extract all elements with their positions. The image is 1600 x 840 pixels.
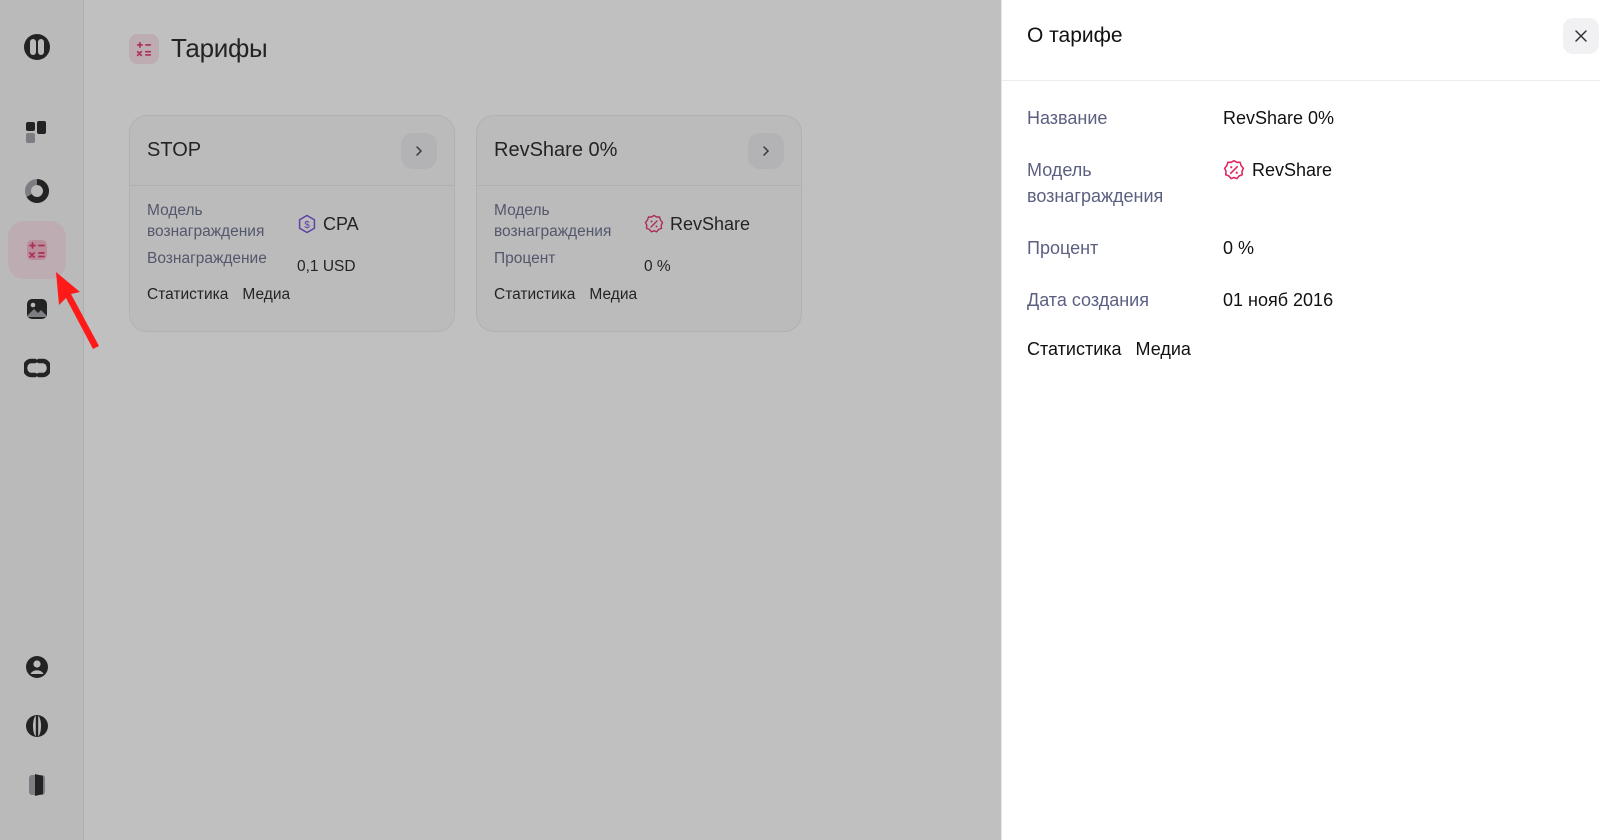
profile-icon (26, 656, 48, 678)
reward-model-value: RevShare (1252, 160, 1333, 180)
language-icon (26, 715, 48, 737)
tariff-details-drawer: О тарифе Название RevShare 0% Модель воз… (1001, 0, 1600, 840)
statistics-icon (25, 179, 49, 203)
detail-label: Процент (1027, 238, 1099, 258)
page-header: Тарифы (129, 33, 268, 64)
media-link[interactable]: Медиа (1136, 339, 1191, 360)
media-icon (27, 299, 47, 319)
revshare-icon (644, 214, 664, 233)
detail-value: RevShare 0% (1223, 108, 1335, 128)
logout-icon (29, 774, 45, 796)
card-links: Статистика Медиа (147, 286, 437, 304)
detail-row-created: Дата создания 01 нояб 2016 (1027, 287, 1575, 313)
card-row: Процент 0 % (494, 248, 784, 286)
media-link[interactable]: Медиа (589, 286, 637, 304)
drawer-links: Статистика Медиа (1027, 339, 1575, 360)
chevron-right-icon (763, 145, 770, 156)
detail-value: 0 % (1223, 238, 1255, 258)
card-title: RevShare 0% (494, 139, 618, 161)
detail-label: Дата создания (1027, 290, 1149, 310)
detail-label: Название (1027, 108, 1108, 128)
card-links: Статистика Медиа (494, 286, 784, 304)
sidebar-item-logout[interactable] (8, 756, 66, 814)
card-header: STOP (130, 116, 454, 186)
row-value: RevShare (644, 200, 750, 248)
detail-row-name: Название RevShare 0% (1027, 105, 1575, 131)
sidebar (0, 0, 84, 840)
media-link[interactable]: Медиа (242, 286, 290, 304)
tariff-card[interactable]: STOP Модель вознаграждения $ CPA Вознагр… (129, 115, 455, 332)
close-icon (1575, 29, 1587, 42)
card-row: Модель вознаграждения RevShare (494, 200, 784, 248)
reward-model-value: CPA (323, 213, 359, 234)
tariff-card[interactable]: RevShare 0% Модель вознаграждения RevSha… (476, 115, 802, 332)
statistics-link[interactable]: Статистика (1027, 339, 1122, 360)
card-row: Модель вознаграждения $ CPA (147, 200, 437, 248)
drawer-title: О тарифе (1027, 23, 1123, 47)
sidebar-item-language[interactable] (8, 697, 66, 755)
statistics-link[interactable]: Статистика (147, 286, 228, 304)
logo-icon (24, 34, 50, 60)
card-row: Вознаграждение 0,1 USD (147, 248, 437, 286)
open-card-button[interactable] (748, 132, 784, 169)
links-icon (24, 358, 50, 378)
card-title: STOP (147, 139, 202, 161)
detail-label: Модель вознаграждения (1027, 160, 1164, 206)
close-button[interactable] (1563, 17, 1599, 54)
pointer-arrow-icon (56, 272, 99, 349)
chevron-right-icon (416, 145, 423, 156)
cpa-icon: $ (298, 214, 316, 234)
row-label: Процент (494, 250, 556, 267)
sidebar-item-profile[interactable] (8, 638, 66, 696)
open-card-button[interactable] (401, 132, 437, 169)
svg-text:$: $ (304, 220, 310, 231)
page-title: Тарифы (171, 33, 268, 63)
row-label: Вознаграждение (147, 250, 267, 267)
tariffs-icon (129, 33, 159, 64)
statistics-link[interactable]: Статистика (494, 286, 575, 304)
detail-row-percent: Процент 0 % (1027, 235, 1575, 261)
dashboard-icon (26, 121, 46, 143)
revshare-icon (1223, 159, 1245, 180)
row-label: Модель вознаграждения (147, 202, 265, 240)
logo-button[interactable] (8, 18, 66, 76)
sidebar-item-statistics[interactable] (8, 162, 66, 220)
detail-value: 01 нояб 2016 (1223, 290, 1334, 310)
row-value: 0,1 USD (297, 258, 356, 275)
reward-model-value: RevShare (670, 213, 751, 234)
row-value: 0 % (644, 258, 671, 275)
row-label: Модель вознаграждения (494, 202, 612, 240)
tariffs-icon (27, 240, 47, 260)
row-value: $ CPA (297, 200, 359, 248)
drawer-header: О тарифе (1002, 0, 1600, 81)
detail-row-reward-model: Модель вознаграждения RevShare (1027, 157, 1575, 209)
sidebar-item-dashboard[interactable] (8, 103, 66, 161)
card-header: RevShare 0% (477, 116, 801, 186)
detail-value: RevShare (1223, 157, 1332, 209)
